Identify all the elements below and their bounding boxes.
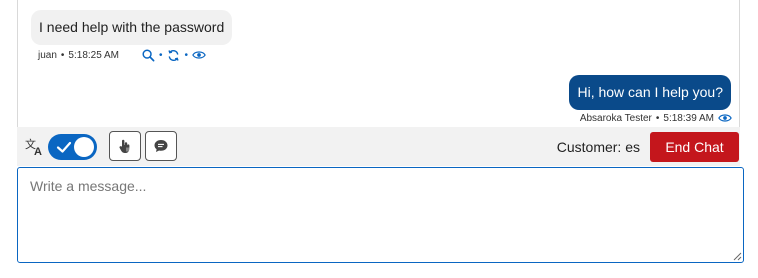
outgoing-message-time: 5:18:39 AM bbox=[663, 112, 714, 124]
resize-grip-icon[interactable] bbox=[733, 252, 742, 261]
chat-bubble-icon bbox=[154, 140, 168, 152]
outgoing-message-text: Hi, how can I help you? bbox=[577, 84, 723, 100]
eye-icon bbox=[192, 48, 206, 62]
check-icon bbox=[56, 141, 72, 153]
chat-note-button[interactable] bbox=[145, 131, 177, 161]
outgoing-message-bubble: Hi, how can I help you? bbox=[569, 75, 731, 110]
eye-icon bbox=[718, 111, 732, 125]
message-input[interactable] bbox=[17, 167, 744, 263]
sync-icon[interactable] bbox=[167, 48, 181, 62]
meta-separator: • bbox=[159, 49, 163, 61]
customer-language-label: Customer: es bbox=[556, 139, 640, 155]
chat-toolbar: 文 A Customer: es End Chat bbox=[17, 127, 740, 166]
outgoing-message-author: Absaroka Tester bbox=[579, 112, 652, 124]
incoming-message-time: 5:18:25 AM bbox=[68, 49, 120, 61]
svg-text:A: A bbox=[34, 146, 42, 156]
incoming-message-author: juan bbox=[38, 49, 57, 61]
search-icon[interactable] bbox=[141, 48, 155, 62]
outgoing-message-meta: Absaroka Tester • 5:18:39 AM bbox=[580, 111, 732, 125]
translate-icon: 文 A bbox=[25, 136, 45, 158]
toggle-knob bbox=[74, 137, 94, 157]
end-chat-button[interactable]: End Chat bbox=[650, 132, 739, 162]
incoming-message-meta: juan • 5:18:25 AM • • bbox=[38, 48, 206, 62]
canned-response-button[interactable] bbox=[109, 131, 141, 161]
meta-separator: • bbox=[184, 49, 189, 61]
hand-pointer-icon bbox=[119, 139, 130, 153]
meta-separator: • bbox=[655, 112, 660, 124]
incoming-message-bubble: I need help with the password bbox=[31, 10, 233, 45]
incoming-message-text: I need help with the password bbox=[39, 19, 225, 35]
meta-separator: • bbox=[60, 49, 65, 61]
translation-toggle[interactable] bbox=[48, 134, 97, 160]
